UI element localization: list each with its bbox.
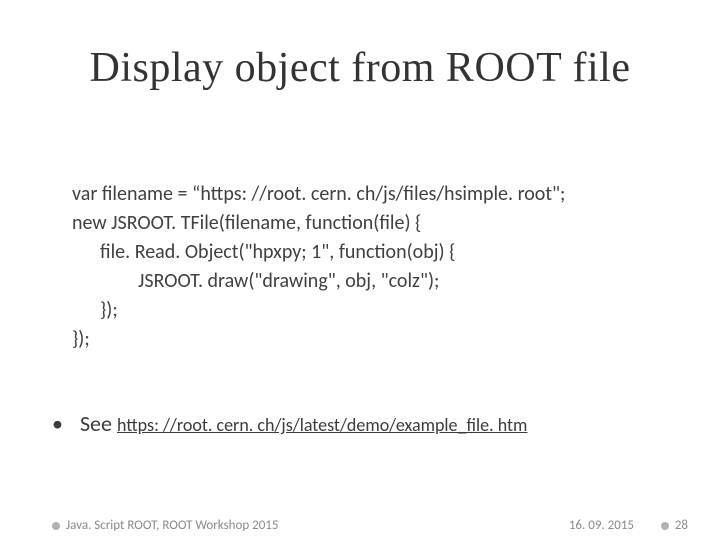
footer-page-number: 28 [675,518,688,533]
bullet-icon: • [52,410,63,437]
slide-title: Display object from ROOT file [0,44,720,92]
code-line: JSROOT. draw("drawing", obj, "colz"); [72,267,652,296]
slide: Display object from ROOT file var filena… [0,0,720,540]
footer-left: Java. Script ROOT, ROOT Workshop 2015 [52,518,278,533]
code-line: }); [72,296,652,325]
see-row: • See https: //root. cern. ch/js/latest/… [52,410,527,437]
code-line: var filename = “https: //root. cern. ch/… [72,180,652,209]
code-block: var filename = “https: //root. cern. ch/… [72,180,652,354]
code-line: }); [72,325,652,354]
code-line: file. Read. Object("hpxpy; 1", function(… [72,238,652,267]
footer-left-text: Java. Script ROOT, ROOT Workshop 2015 [66,518,278,533]
footer-date: 16. 09. 2015 [569,518,634,533]
footer-date-text: 16. 09. 2015 [569,518,634,533]
dot-icon [661,522,669,530]
see-link[interactable]: https: //root. cern. ch/js/latest/demo/e… [117,414,527,436]
code-line: new JSROOT. TFile(filename, function(fil… [72,209,652,238]
dot-icon [52,522,60,530]
see-label: See [80,410,112,437]
footer-page: 28 [661,518,688,533]
